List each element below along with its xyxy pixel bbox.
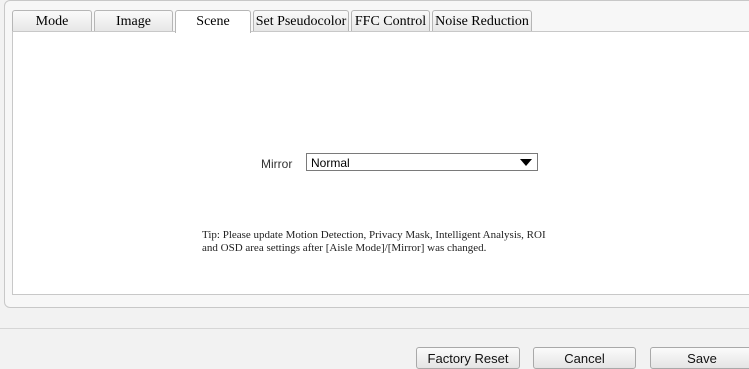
- footer-divider: [0, 328, 749, 329]
- tab-bar: Mode Image Scene Set Pseudocolor FFC Con…: [12, 10, 534, 33]
- tab-mode[interactable]: Mode: [12, 10, 92, 32]
- tip-text: Tip: Please update Motion Detection, Pri…: [202, 229, 546, 254]
- mirror-select-value: Normal: [311, 156, 350, 170]
- mirror-label: Mirror: [261, 157, 293, 171]
- tab-scene[interactable]: Scene: [175, 10, 251, 33]
- tab-ffc-control[interactable]: FFC Control: [351, 10, 430, 32]
- dropdown-arrow-icon: [520, 159, 532, 166]
- cancel-button[interactable]: Cancel: [533, 347, 636, 369]
- mirror-select[interactable]: Normal: [306, 153, 538, 171]
- tab-set-pseudocolor[interactable]: Set Pseudocolor: [253, 10, 349, 32]
- tab-image[interactable]: Image: [94, 10, 173, 32]
- factory-reset-button[interactable]: Factory Reset: [416, 347, 520, 369]
- save-button[interactable]: Save: [650, 347, 749, 369]
- tab-noise-reduction[interactable]: Noise Reduction: [432, 10, 532, 32]
